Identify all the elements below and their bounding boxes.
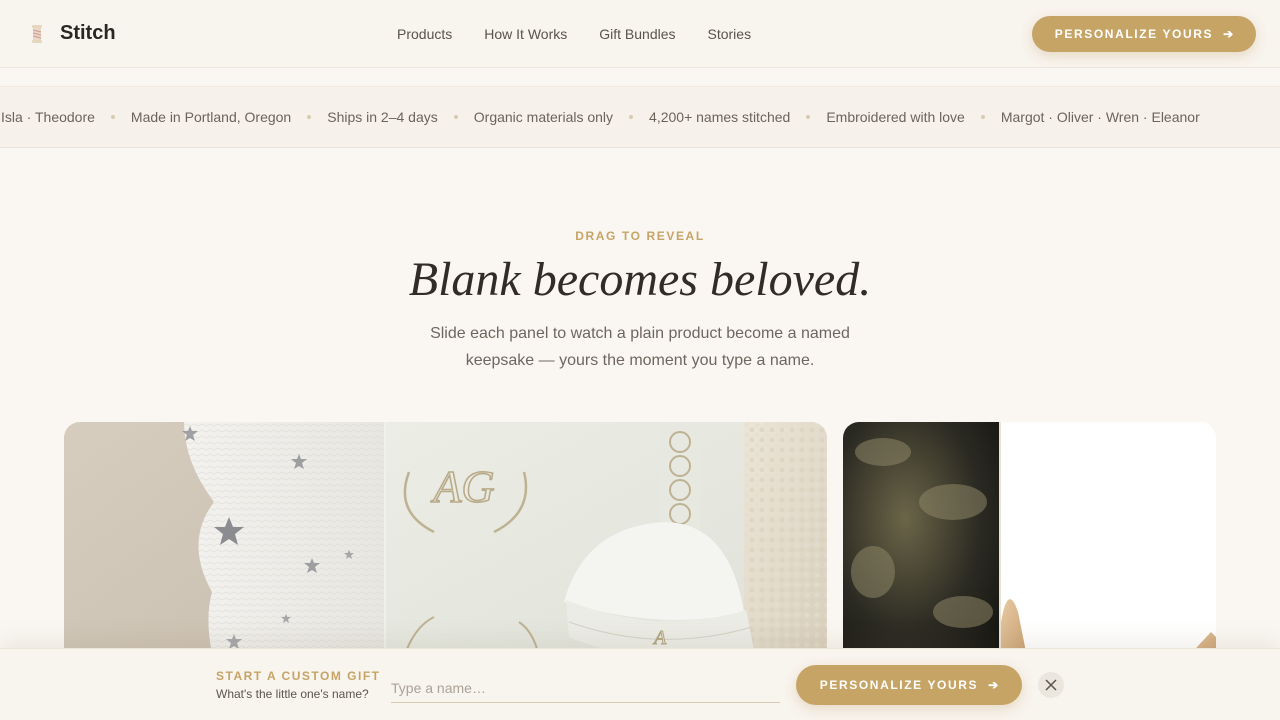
close-icon (1045, 679, 1057, 691)
dot-separator (453, 115, 458, 119)
monogram-text: AG (430, 461, 494, 512)
name-input[interactable] (391, 673, 780, 703)
dot-separator (806, 115, 811, 119)
main-nav: Products How It Works Gift Bundles Stori… (397, 26, 783, 42)
reveal-panel-toy[interactable] (843, 422, 1216, 662)
marquee-item: Margot · Oliver · Wren · Eleanor (1000, 109, 1200, 125)
nav-link-products[interactable]: Products (397, 26, 452, 42)
blanket-product-image: AG A (64, 422, 827, 662)
site-header: Stitch Products How It Works Gift Bundle… (0, 0, 1280, 68)
marquee-item: Embroidered with love (826, 109, 965, 125)
section-subtitle: Slide each panel to watch a plain produc… (430, 325, 850, 369)
close-button[interactable] (1038, 672, 1064, 698)
hat-monogram: A (652, 627, 667, 649)
nav-link-gift-bundles[interactable]: Gift Bundles (599, 26, 675, 42)
personalize-button-label: PERSONALIZE YOURS (819, 678, 979, 692)
custom-gift-label: START A CUSTOM GIFT (216, 669, 381, 683)
custom-gift-prompt: What's the little one's name? (216, 687, 369, 701)
brand-logo[interactable]: Stitch (30, 22, 116, 45)
marquee-track: Isla · Theodore Made in Portland, Oregon… (1, 109, 1200, 125)
personalize-button-header[interactable]: PERSONALIZE YOURS ➔ (1032, 16, 1256, 52)
spool-icon (32, 24, 42, 43)
dot-separator (980, 115, 985, 119)
dot-separator (629, 115, 634, 119)
personalize-button-label: PERSONALIZE YOURS (1054, 27, 1214, 41)
toy-product-image (843, 422, 1216, 662)
marquee-item: 4,200+ names stitched (649, 109, 791, 125)
section-eyebrow: DRAG TO REVEAL (575, 229, 705, 243)
reveal-panel-blanket[interactable]: AG A (64, 422, 827, 662)
dot-separator (110, 115, 115, 119)
marquee-item: Isla · Theodore (1, 109, 95, 125)
personalize-button-bottom[interactable]: PERSONALIZE YOURS ➔ (796, 665, 1022, 705)
arrow-right-icon: ➔ (988, 678, 999, 692)
feature-marquee: Isla · Theodore Made in Portland, Oregon… (0, 86, 1280, 148)
section-title: Blank becomes beloved. (408, 253, 872, 306)
arrow-right-icon: ➔ (1223, 27, 1234, 41)
marquee-item: Organic materials only (473, 109, 614, 125)
nav-link-stories[interactable]: Stories (708, 26, 752, 42)
marquee-item: Ships in 2–4 days (327, 109, 438, 125)
brand-name: Stitch (60, 22, 116, 44)
nav-link-how-it-works[interactable]: How It Works (484, 26, 567, 42)
dot-separator (307, 115, 312, 119)
marquee-item: Made in Portland, Oregon (130, 109, 292, 125)
custom-gift-bar: START A CUSTOM GIFT What's the little on… (0, 648, 1280, 720)
